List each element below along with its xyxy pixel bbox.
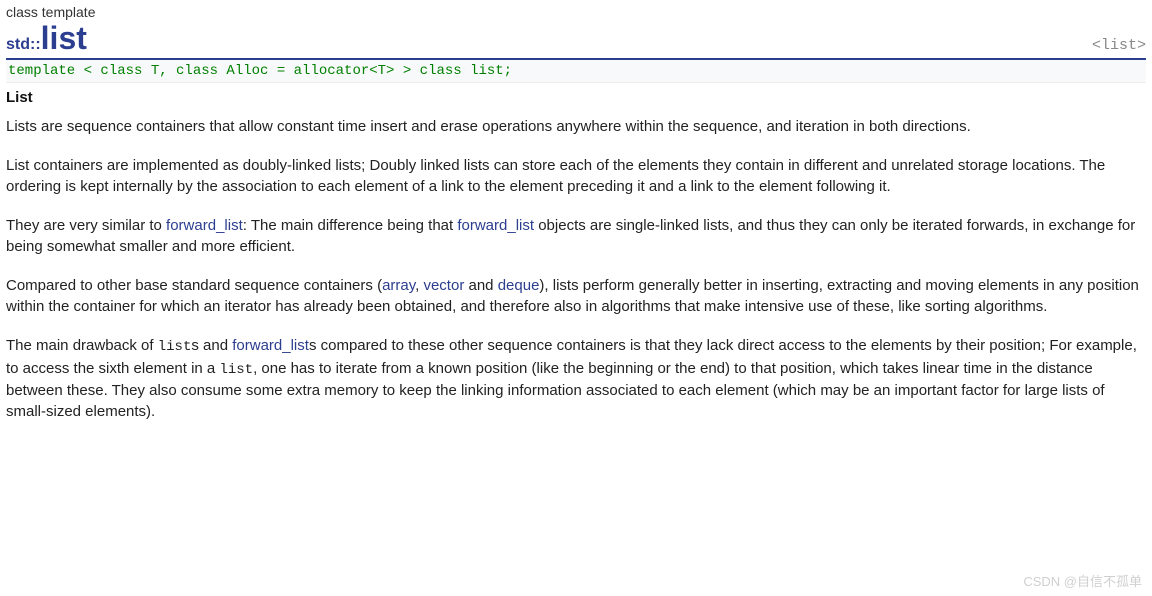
header-row: std::list <list> (6, 22, 1146, 54)
array-link[interactable]: array (382, 277, 415, 294)
paragraph-doubly-linked: List containers are implemented as doubl… (6, 155, 1146, 197)
list-literal: list (219, 362, 253, 378)
text: The main drawback of (6, 337, 158, 354)
paragraph-drawback: The main drawback of lists and forward_l… (6, 335, 1146, 422)
text: Compared to other base standard sequence… (6, 277, 382, 294)
text: and (464, 277, 497, 294)
paragraph-intro: Lists are sequence containers that allow… (6, 116, 1146, 137)
vector-link[interactable]: vector (423, 277, 464, 294)
forward-list-link[interactable]: forward_list (457, 217, 534, 234)
section-title: List (6, 89, 1146, 106)
text: : The main difference being that (243, 217, 458, 234)
namespace-prefix: std:: (6, 36, 41, 54)
template-declaration: template < class T, class Alloc = alloca… (6, 60, 1146, 83)
title-line: std::list (6, 22, 87, 54)
paragraph-forward-list: They are very similar to forward_list: T… (6, 215, 1146, 257)
page-title: list (41, 22, 87, 54)
text: They are very similar to (6, 217, 166, 234)
deque-link[interactable]: deque (498, 277, 540, 294)
forward-list-link[interactable]: forward_list (232, 337, 309, 354)
text: s and (191, 337, 232, 354)
kind-label: class template (6, 4, 1146, 20)
header-include[interactable]: <list> (1092, 37, 1146, 54)
forward-list-link[interactable]: forward_list (166, 217, 243, 234)
paragraph-compared: Compared to other base standard sequence… (6, 275, 1146, 317)
list-literal: list (158, 339, 192, 355)
watermark: CSDN @自信不孤单 (1023, 571, 1142, 590)
